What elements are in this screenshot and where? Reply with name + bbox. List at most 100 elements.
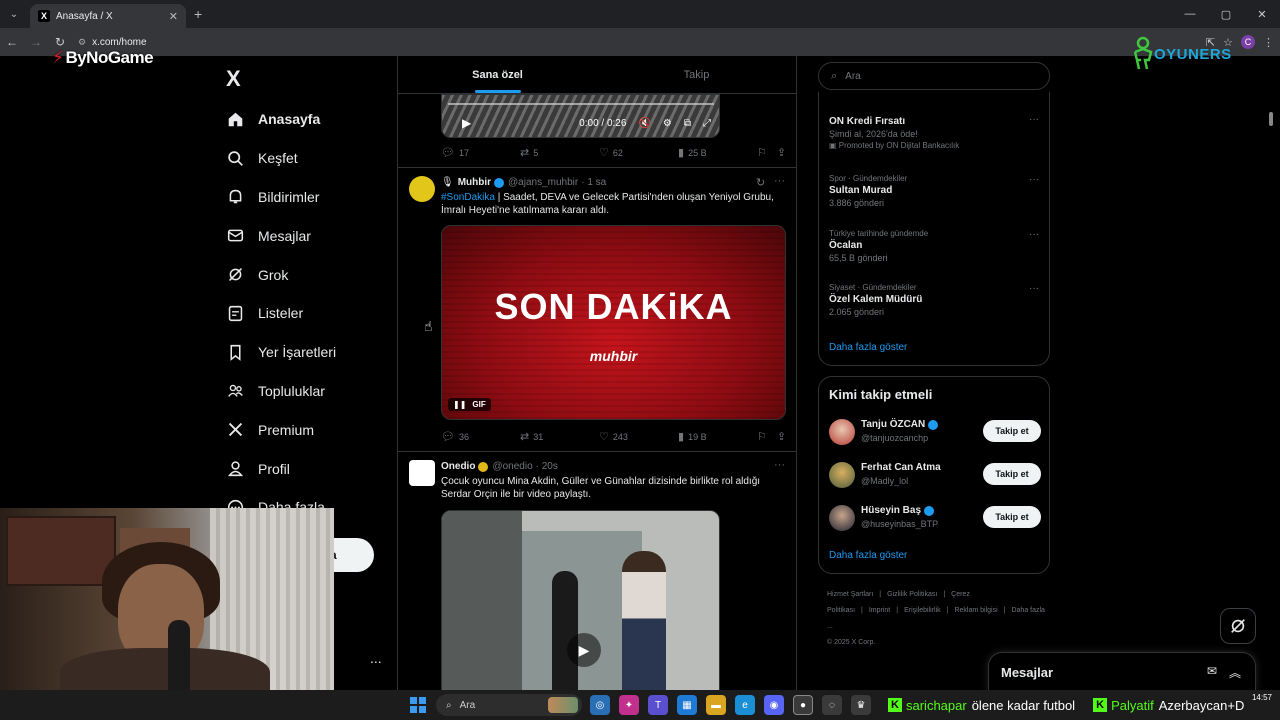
file-explorer-icon[interactable]: ▬ [706,695,726,715]
footer-link[interactable]: Gizlilik Politikası [887,591,937,598]
forward-button[interactable]: → [24,35,48,49]
footer-link[interactable]: Erişilebilirlik [904,607,941,614]
nav-item-premium[interactable]: Premium [226,410,336,449]
follow-suggestion[interactable]: Tanju ÖZCAN @tanjuozcanchp Takip et [829,417,1041,447]
app-icon[interactable]: ◎ [590,695,610,715]
hashtag-link[interactable]: #SonDakika [441,192,495,203]
trends-show-more-link[interactable]: Daha fazla göster [829,342,907,353]
trend-more-icon[interactable]: ··· [1029,283,1039,294]
follow-button[interactable]: Takip et [983,420,1041,442]
obs-icon[interactable]: ◌ [822,695,842,715]
like-button[interactable]: ♡ 62 [599,146,678,159]
new-message-icon[interactable]: ✉ [1207,664,1217,681]
nav-item-anasayfa[interactable]: Anasayfa [226,100,336,139]
follow-suggestion[interactable]: Hüseyin Baş @huseyinbas_BTP Takip et [829,503,1041,533]
play-icon[interactable]: ▶ [462,116,471,130]
address-bar[interactable]: ⚙ x.com/home [78,37,147,48]
fullscreen-icon[interactable]: ⤢ [703,118,711,129]
mute-icon[interactable]: 🔇 [638,118,650,129]
pip-icon[interactable]: ⧉ [684,118,691,129]
site-info-icon[interactable]: ⚙ [78,37,86,48]
share-icon[interactable]: ⇪ [777,146,786,159]
nav-item-profil[interactable]: Profil [226,449,336,488]
nav-item-keşfet[interactable]: Keşfet [226,139,336,178]
nav-item-bildirimler[interactable]: Bildirimler [226,178,336,217]
footer-link[interactable]: Reklam bilgisi [954,607,997,614]
footer-link[interactable]: Imprint [869,607,890,614]
follow-button[interactable]: Takip et [983,506,1041,528]
windows-start-icon[interactable] [410,697,426,713]
tab-following[interactable]: Takip [597,56,796,93]
browser-menu-icon[interactable]: ⋮ [1263,36,1274,49]
reload-button[interactable]: ↻ [48,35,72,49]
follow-suggestion[interactable]: Ferhat Can Atma @Madly_lol Takip et [829,460,1041,490]
tweet-more-icon[interactable]: ··· [774,459,785,471]
tweet-time[interactable]: · 20s [536,461,558,472]
author-name[interactable]: Muhbir [458,177,491,188]
browser-tab[interactable]: X Anasayfa / X ✕ [30,4,186,28]
avatar[interactable] [409,460,435,486]
reply-button[interactable]: 💬︎ 17 [441,146,520,159]
discord-icon[interactable]: ◉ [764,695,784,715]
teams-icon[interactable]: T [648,695,668,715]
avatar[interactable] [829,419,855,445]
repost-button[interactable]: ⇄ 5 [520,146,599,159]
views-button[interactable]: ▮ 19 B [678,430,757,443]
nav-item-listeler[interactable]: Listeler [226,294,336,333]
store-icon[interactable]: ▦ [677,695,697,715]
reply-button[interactable]: 💬︎ 36 [441,430,520,443]
minimize-button[interactable]: — [1172,0,1208,28]
gif-badge[interactable]: ❚❚ GIF [448,398,491,411]
tweet-time[interactable]: · 1 sa [581,177,606,188]
trend-item[interactable]: ON Kredi Fırsatı Şimdi al, 2026'da öde! … [829,114,1039,150]
play-icon[interactable]: ▶ [567,633,601,667]
tweet-media-gif[interactable]: SON DAKiKA muhbir ❚❚ GIF [441,225,786,420]
taskbar-search[interactable]: ⌕ Ara [436,694,582,716]
bookmark-icon[interactable]: ⚐ [757,146,767,159]
trend-more-icon[interactable]: ··· [1029,229,1039,240]
video-progress[interactable] [448,103,714,105]
tweet-more-icon[interactable]: ··· [774,175,785,187]
nav-item-grok[interactable]: Grok [226,255,336,294]
chrome-icon[interactable]: ● [793,695,813,715]
trend-item[interactable]: Türkiye tarihinde gündemde Öcalan 65,5 B… [829,229,1039,263]
copilot-icon[interactable]: ✦ [619,695,639,715]
new-tab-button[interactable]: + [194,6,202,22]
avatar[interactable] [829,462,855,488]
trend-item[interactable]: Spor · Gündemdekiler Sultan Murad 3.886 … [829,174,1039,208]
search-input[interactable]: ⌕ Ara [818,62,1050,90]
account-menu-dots[interactable]: ... [370,650,382,666]
tab-search-button[interactable]: ⌄ [0,0,28,28]
nav-item-mesajlar[interactable]: Mesajlar [226,216,336,255]
author-handle[interactable]: @ajans_muhbir [508,177,578,188]
grok-button[interactable] [1220,608,1256,644]
share-icon[interactable]: ⇪ [777,430,786,443]
maximize-button[interactable]: ▢ [1208,0,1244,28]
avatar[interactable] [409,176,435,202]
who-to-follow-show-more-link[interactable]: Daha fazla göster [829,550,907,561]
trend-item[interactable]: Siyaset · Gündemdekiler Özel Kalem Müdür… [829,283,1039,317]
repost-button[interactable]: ⇄ 31 [520,430,599,443]
edge-icon[interactable]: e [735,695,755,715]
close-window-button[interactable]: ✕ [1244,0,1280,28]
bookmark-icon[interactable]: ⚐ [757,430,767,443]
close-tab-icon[interactable]: ✕ [169,10,178,23]
avatar[interactable] [829,505,855,531]
x-logo[interactable]: X [226,66,241,92]
grok-tweet-icon[interactable]: ↻ [756,176,765,189]
scrollbar-thumb[interactable] [1269,112,1273,126]
author-name[interactable]: Onedio [441,461,475,472]
expand-chevron-icon[interactable]: ︽ [1229,664,1241,681]
follow-button[interactable]: Takip et [983,463,1041,485]
author-handle[interactable]: @onedio [492,461,532,472]
like-button[interactable]: ♡ 243 [599,430,678,443]
nav-item-yer-i̇şaretleri[interactable]: Yer İşaretleri [226,333,336,372]
trend-more-icon[interactable]: ··· [1029,174,1039,185]
league-icon[interactable]: ♛ [851,695,871,715]
tweet-media-video[interactable]: ▶ [441,510,720,690]
nav-item-topluluklar[interactable]: Topluluklar [226,372,336,411]
views-button[interactable]: ▮ 25 B [678,146,757,159]
trend-more-icon[interactable]: ··· [1029,114,1039,125]
page-scrollbar[interactable] [1268,58,1274,688]
tab-for-you[interactable]: Sana özel [398,56,597,93]
